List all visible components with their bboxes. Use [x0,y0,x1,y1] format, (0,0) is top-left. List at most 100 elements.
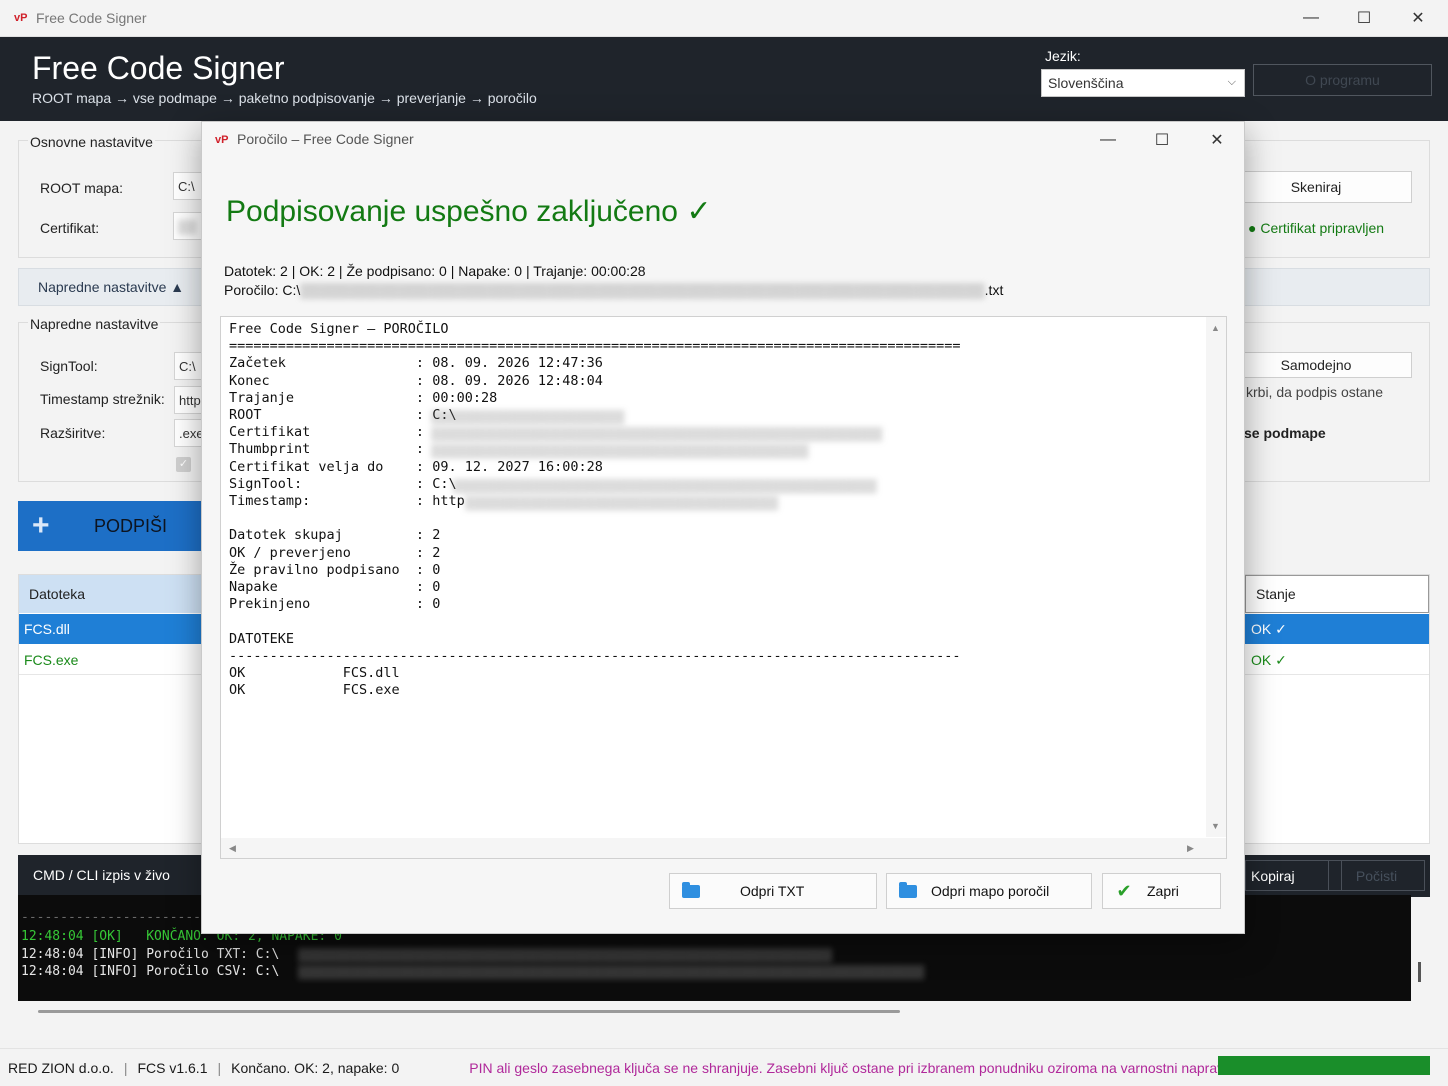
report-redacted: ▒▒▒▒▒▒▒▒▒▒▒▒▒▒▒▒▒▒▒▒▒▒▒▒▒▒▒▒▒▒▒▒▒▒▒▒▒▒▒▒… [453,478,877,493]
close-dialog-button[interactable]: ✔ Zapri [1102,873,1221,909]
table-row[interactable]: FCS.dll [19,614,205,644]
app-title: Free Code Signer [32,50,285,86]
cli-separator: ------------------------ [21,910,209,925]
folder-icon [893,881,923,898]
report-line [229,613,961,630]
cli-line: 12:48:04 [INFO] Poročilo CSV: C:\ [21,964,280,979]
advanced-note: krbi, da podpis ostane [1246,384,1383,400]
close-button[interactable]: ✕ [1395,0,1441,36]
language-select[interactable]: Slovenščina ⌵ [1041,69,1245,97]
status-sep: | [123,1059,128,1076]
status-state: Končano. OK: 2, napake: 0 [231,1059,400,1076]
horizontal-scrollbar[interactable] [38,1010,900,1013]
scroll-right-icon[interactable]: ▶ [1187,843,1194,854]
file-status: OK ✓ [1251,621,1287,637]
report-text: Free Code Signer – POROČILO =============… [229,321,961,699]
app-header: Free Code Signer ROOT mapa → vse podmape… [0,37,1448,121]
report-dialog: vP Poročilo – Free Code Signer — ☐ ✕ Pod… [201,121,1245,934]
checkmark-icon: ✔ [1116,880,1132,901]
advanced-toggle-label: Napredne nastavitve ▲ [38,279,185,295]
report-line: Začetek : 08. 09. 2026 12:47:36 [229,355,603,372]
dialog-title: Poročilo – Free Code Signer [237,131,414,147]
status-version: FCS v1.6.1 [137,1059,208,1076]
dialog-minimize-button[interactable]: — [1085,122,1131,158]
sign-button[interactable]: + PODPIŠI [18,501,208,551]
language-label: Jezik: [1045,48,1081,64]
file-status: OK ✓ [1251,652,1287,668]
report-line: Prekinjeno : 0 [229,596,441,613]
close-dialog-label: Zapri [1147,883,1179,899]
report-line: ----------------------------------------… [229,647,961,664]
dialog-report-path: Poročilo: C:\▒▒▒▒▒▒▒▒▒▒▒▒▒▒▒▒▒▒▒▒▒▒▒▒▒▒▒… [224,282,1003,298]
report-vertical-scrollbar[interactable]: ▲ ▼ [1206,317,1226,837]
open-folder-label: Odpri mapo poročil [931,883,1050,899]
column-header-status[interactable]: Stanje [1245,575,1429,613]
root-label: ROOT mapa: [40,180,123,196]
report-line: Napake : 0 [229,579,441,596]
report-line [229,510,961,527]
checkbox-icon[interactable]: ✓ [176,457,191,472]
report-textbox[interactable]: Free Code Signer – POROČILO =============… [220,316,1227,859]
sign-button-label: PODPIŠI [94,515,168,536]
cli-line: 12:48:04 [INFO] Poročilo TXT: C:\ [21,947,280,962]
report-path-prefix: Poročilo: C:\ [224,282,301,298]
scroll-up-icon[interactable]: ▲ [1211,323,1220,333]
cli-scrollbar[interactable] [1418,962,1421,982]
cli-redacted: ▒▒▒▒▒▒▒▒▒▒▒▒▒▒▒▒▒▒▒▒▒▒▒▒▒▒▒▒▒▒▒▒▒▒▒▒▒▒▒▒… [298,964,925,979]
open-txt-label: Odpri TXT [740,883,805,899]
subfolders-option[interactable]: se podmape [1244,425,1326,441]
certificate-label: Certifikat: [40,220,100,236]
report-path-suffix: .txt [984,282,1004,298]
dialog-heading: Podpisovanje uspešno zaključeno ✓ [226,195,712,228]
signtool-label: SignTool: [40,358,98,374]
auto-button[interactable]: Samodejno [1220,352,1412,378]
dialog-app-icon: vP [215,134,229,146]
scan-button[interactable]: Skeniraj [1220,171,1412,203]
report-horizontal-scrollbar[interactable]: ◀ ▶ [221,838,1226,858]
report-path-redacted: ▒▒▒▒▒▒▒▒▒▒▒▒▒▒▒▒▒▒▒▒▒▒▒▒▒▒▒▒▒▒▒▒▒▒▒▒▒▒▒▒… [300,282,985,298]
cli-title: CMD / CLI izpis v živo [33,867,170,883]
about-button[interactable]: O programu [1253,64,1432,96]
file-name[interactable]: FCS.exe [24,652,78,668]
basic-settings-title: Osnovne nastavitve [28,134,155,150]
clear-button[interactable]: Počisti [1328,860,1425,891]
timestamp-label: Timestamp strežnik: [40,391,165,407]
maximize-button[interactable]: ☐ [1341,0,1387,36]
report-line: Free Code Signer – POROČILO [229,321,449,337]
plus-icon: + [32,509,50,542]
dialog-maximize-button[interactable]: ☐ [1139,122,1185,158]
report-redacted: ▒▒▒▒▒▒▒▒▒▒▒▒▒▒▒▒▒▒▒▒▒▒▒▒▒▒▒▒▒▒▒▒▒▒▒▒▒▒▒▒… [431,443,809,458]
report-line: OK FCS.exe [229,682,400,699]
language-value: Slovenščina [1048,75,1124,91]
column-header-file[interactable]: Datoteka [19,575,205,613]
minimize-button[interactable]: — [1288,0,1334,36]
report-redacted: ▒▒▒▒▒▒▒▒▒▒▒▒▒▒▒▒▒▒▒▒▒▒▒▒▒▒▒▒▒▒▒▒▒▒▒▒▒▒▒▒… [431,426,883,441]
report-redacted: ▒▒▒▒▒▒▒▒▒▒▒▒▒▒▒▒▒▒▒▒▒ [431,409,625,424]
report-line: OK / preverjeno : 2 [229,544,441,561]
certificate-status: ● Certifikat pripravljen [1248,220,1385,236]
report-line: Certifikat velja do : 09. 12. 2027 16:00… [229,458,603,475]
progress-bar [1218,1056,1430,1075]
scroll-left-icon[interactable]: ◀ [229,843,236,854]
extensions-label: Razširitve: [40,425,106,441]
report-redacted: ▒▒▒▒▒▒▒▒▒▒▒▒▒▒▒▒▒▒▒▒▒▒▒▒▒▒▒▒▒▒▒▒▒▒ [465,495,779,510]
window-title: Free Code Signer [36,10,147,26]
scroll-down-icon[interactable]: ▼ [1211,821,1220,831]
app-icon: vP [14,12,28,24]
status-sep: | [217,1059,222,1076]
report-line: Trajanje : 00:00:28 [229,389,498,406]
open-txt-button[interactable]: Odpri TXT [669,873,877,909]
report-line: DATOTEKE [229,630,295,647]
report-line: Konec : 08. 09. 2026 12:48:04 [229,372,603,389]
app-subtitle: ROOT mapa → vse podmape → paketno podpis… [32,90,537,106]
file-name: FCS.dll [24,621,70,637]
open-reports-folder-button[interactable]: Odpri mapo poročil [886,873,1092,909]
dialog-close-button[interactable]: ✕ [1194,122,1240,158]
window-titlebar: vP Free Code Signer — ☐ ✕ [0,0,1448,37]
cli-redacted: ▒▒▒▒▒▒▒▒▒▒▒▒▒▒▒▒▒▒▒▒▒▒▒▒▒▒▒▒▒▒▒▒▒▒▒▒▒▒▒▒… [298,947,833,962]
report-line: Datotek skupaj : 2 [229,527,441,544]
chevron-down-icon: ⌵ [1227,76,1236,88]
table-row-status[interactable]: OK ✓ [1245,614,1429,644]
status-notice: PIN ali geslo zasebnega ključa se ne shr… [469,1059,1232,1076]
advanced-settings-title: Napredne nastavitve [28,316,161,332]
